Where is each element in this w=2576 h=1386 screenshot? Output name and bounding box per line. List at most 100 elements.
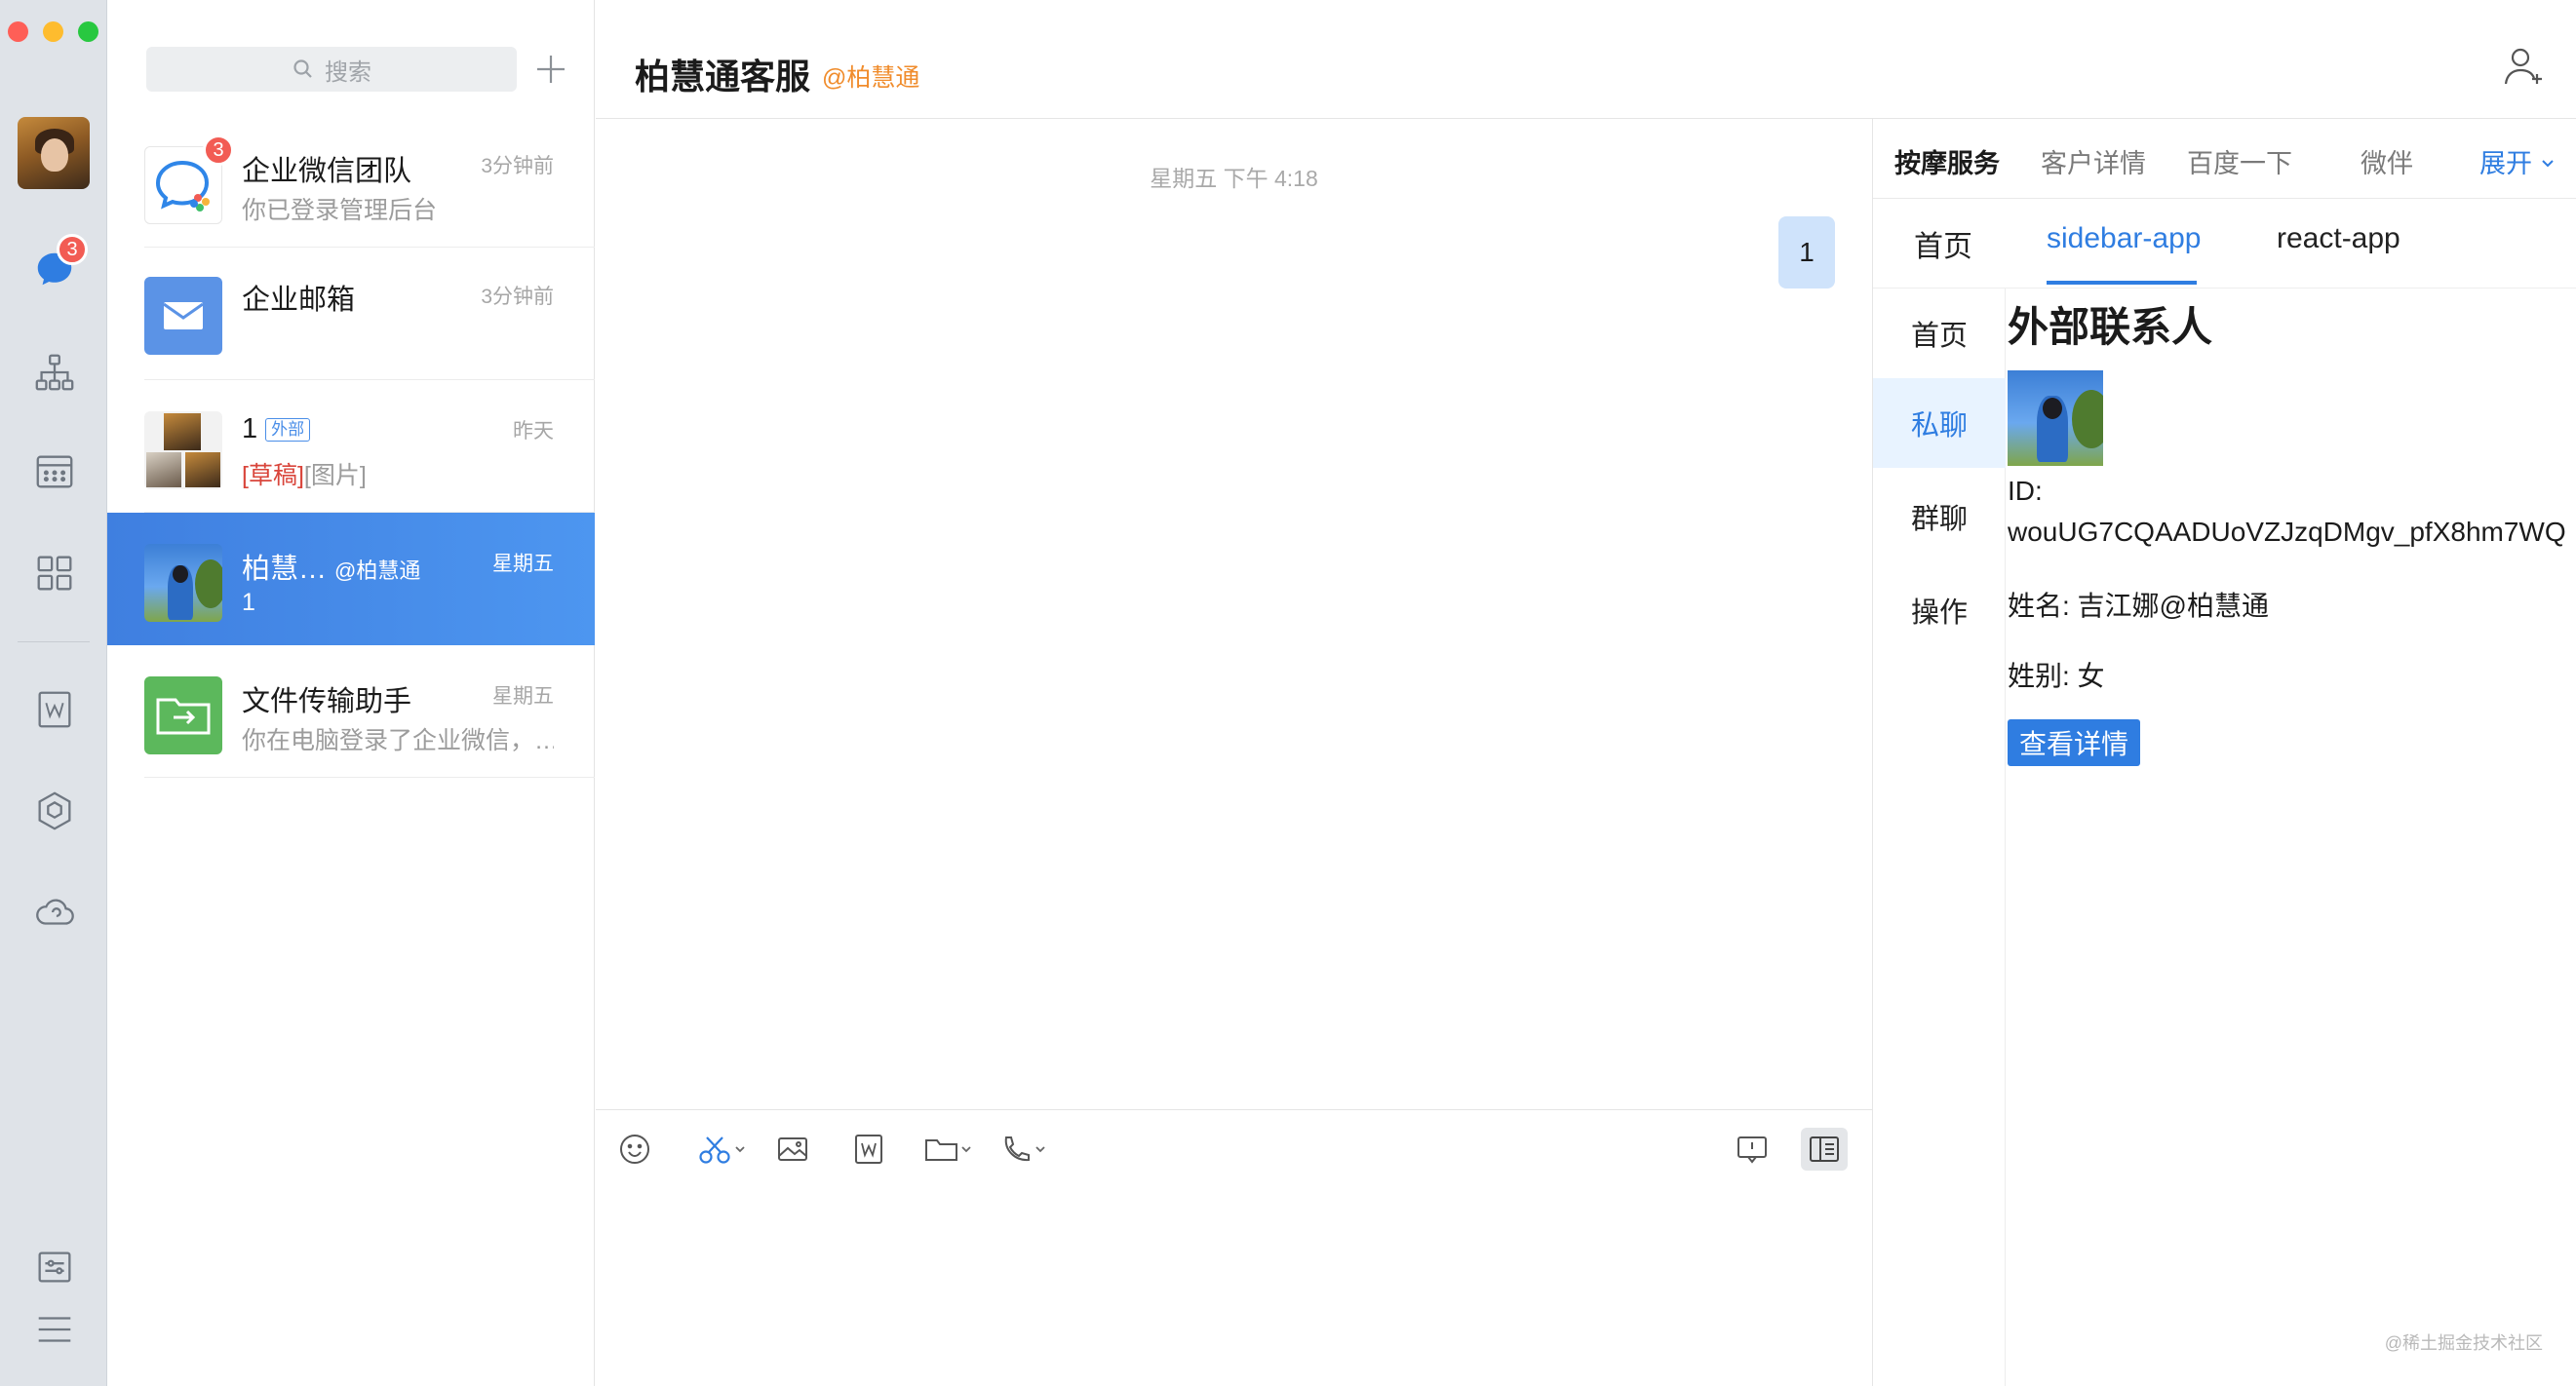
file-button[interactable] — [923, 1128, 976, 1171]
app-tab-sidebar-app[interactable]: sidebar-app — [2047, 222, 2201, 255]
conversation-list: 搜索 3 企业微信团队 3分钟前 你已登录管理后台 企业邮箱 3分钟前 1 外部… — [107, 0, 595, 1386]
conversation-avatar — [144, 544, 222, 622]
conversation-name: 企业微信团队 — [242, 156, 412, 187]
tab-expand[interactable]: 展开 — [2479, 142, 2556, 180]
conversation-item[interactable]: 文件传输助手 星期五 你在电脑登录了企业微信，… — [107, 645, 595, 778]
rail-divider — [18, 641, 90, 642]
conversation-name: 1 外部 — [242, 413, 311, 445]
new-chat-button[interactable] — [527, 45, 575, 94]
chevron-down-icon — [2541, 160, 2554, 168]
sidebar-toggle-button[interactable] — [1801, 1128, 1848, 1171]
nav-item-group-chat[interactable]: 群聊 — [1873, 472, 2006, 561]
workbench-tab[interactable] — [29, 548, 80, 598]
emoji-button[interactable] — [617, 1128, 652, 1171]
doc-w-icon — [855, 1135, 882, 1164]
file-transfer-folder-icon — [156, 698, 211, 735]
org-chart-icon — [35, 354, 74, 391]
add-member-button[interactable] — [2500, 43, 2547, 90]
chat-history-button[interactable] — [1735, 1128, 1770, 1171]
drive-tab[interactable] — [29, 887, 80, 938]
conversation-name: 企业邮箱 — [242, 285, 356, 316]
cloud-icon — [36, 899, 74, 925]
conversation-time: 星期五 — [492, 685, 554, 708]
message-area[interactable]: 星期五 下午 4:18 1 — [596, 119, 1872, 1109]
docs-tab[interactable] — [29, 684, 80, 735]
emoji-icon — [620, 1135, 649, 1164]
contact-name: 姓名: 吉江娜@柏慧通 — [2008, 591, 2269, 621]
input-toolbar — [596, 1109, 1872, 1187]
contact-id-label: ID: — [2008, 476, 2043, 506]
mail-envelope-icon — [163, 302, 204, 329]
group-avatar-grid — [144, 411, 222, 489]
conversation-name: 文件传输助手 — [242, 686, 412, 717]
search-box[interactable]: 搜索 — [146, 47, 517, 92]
screenshot-button[interactable] — [697, 1128, 750, 1171]
conversation-item[interactable]: 3 企业微信团队 3分钟前 你已登录管理后台 — [107, 115, 595, 248]
nav-item-private-chat[interactable]: 私聊 — [1873, 378, 2006, 468]
app-tab-underline — [2047, 281, 2197, 285]
view-detail-button[interactable]: 查看详情 — [2008, 719, 2141, 766]
side-nav: 首页 私聊 群聊 操作 — [1873, 289, 2006, 1386]
image-icon — [778, 1137, 807, 1161]
plus-icon — [537, 56, 565, 83]
app-tab-react-app[interactable]: react-app — [2277, 222, 2400, 255]
contact-gender: 姓别: 女 — [2008, 661, 2105, 691]
nav-item-home[interactable]: 首页 — [1873, 289, 2006, 378]
messages-tab[interactable]: 3 — [29, 234, 88, 294]
tab-baidu[interactable]: 百度一下 — [2187, 142, 2292, 180]
conversation-name: 柏慧… @柏慧通 — [242, 554, 421, 585]
message-bubble-outgoing[interactable]: 1 — [1778, 216, 1835, 289]
conversation-preview: 你在电脑登录了企业微信，… — [242, 727, 554, 754]
minimize-window-button[interactable] — [43, 21, 63, 42]
conversation-preview: [草稿][图片] — [242, 462, 367, 489]
tab-customer-detail[interactable]: 客户详情 — [2041, 142, 2146, 180]
search-placeholder: 搜索 — [325, 58, 371, 86]
app-tabs: 首页 sidebar-app react-app — [1873, 199, 2576, 289]
conversation-item-active[interactable]: 柏慧… @柏慧通 星期五 1 — [107, 513, 595, 645]
conversation-item[interactable]: 1 外部 昨天 [草稿][图片] — [107, 380, 595, 513]
message-input[interactable] — [596, 1187, 1872, 1386]
sidebar-tabs: 按摩服务 客户详情 百度一下 微伴 展开 — [1873, 119, 2576, 199]
hexagon-cube-icon — [38, 791, 71, 830]
document-button[interactable] — [851, 1128, 886, 1171]
document-w-icon — [38, 691, 71, 728]
corp-suffix: @柏慧通 — [334, 558, 421, 583]
settings-tab[interactable] — [29, 1242, 80, 1292]
user-avatar[interactable] — [18, 117, 90, 189]
close-window-button[interactable] — [8, 21, 28, 42]
folder-icon — [925, 1139, 971, 1161]
conversation-time: 3分钟前 — [481, 155, 554, 177]
image-button[interactable] — [775, 1128, 810, 1171]
right-sidebar: 按摩服务 客户详情 百度一下 微伴 展开 首页 sidebar-app reac… — [1872, 119, 2576, 1386]
conversation-time: 3分钟前 — [481, 286, 554, 308]
contact-avatar — [2008, 370, 2103, 466]
message-timestamp: 星期五 下午 4:18 — [1150, 166, 1318, 191]
chat-corp-subtitle: @柏慧通 — [822, 64, 920, 92]
conversation-time: 昨天 — [513, 420, 554, 443]
watermark: @稀土掘金技术社区 — [2384, 1333, 2543, 1353]
draft-label: [草稿] — [242, 462, 304, 489]
apps-tab[interactable] — [29, 786, 80, 836]
phone-icon — [1004, 1136, 1045, 1162]
conversation-item[interactable]: 企业邮箱 3分钟前 — [107, 248, 595, 380]
conversation-preview: 你已登录管理后台 — [242, 197, 438, 224]
search-icon — [293, 59, 312, 78]
chat-title: 柏慧通客服 — [635, 57, 811, 96]
more-menu-button[interactable] — [29, 1304, 80, 1355]
contacts-tab[interactable] — [29, 347, 80, 398]
conversation-time: 星期五 — [492, 553, 554, 575]
nav-item-operations[interactable]: 操作 — [1873, 565, 2006, 655]
calendar-icon — [36, 455, 73, 488]
hamburger-menu-icon — [38, 1317, 71, 1342]
calendar-tab[interactable] — [29, 446, 80, 497]
tab-weiban[interactable]: 微伴 — [2361, 142, 2413, 180]
grid-apps-icon — [37, 556, 72, 591]
contact-heading: 外部联系人 — [2008, 304, 2213, 350]
zoom-window-button[interactable] — [78, 21, 98, 42]
app-tab-home[interactable]: 首页 — [1914, 222, 1972, 265]
add-person-icon — [2504, 48, 2542, 85]
sliders-icon — [38, 1251, 71, 1283]
tab-massage-service[interactable]: 按摩服务 — [1894, 142, 2000, 180]
messages-badge: 3 — [57, 234, 88, 265]
call-button[interactable] — [997, 1128, 1050, 1171]
